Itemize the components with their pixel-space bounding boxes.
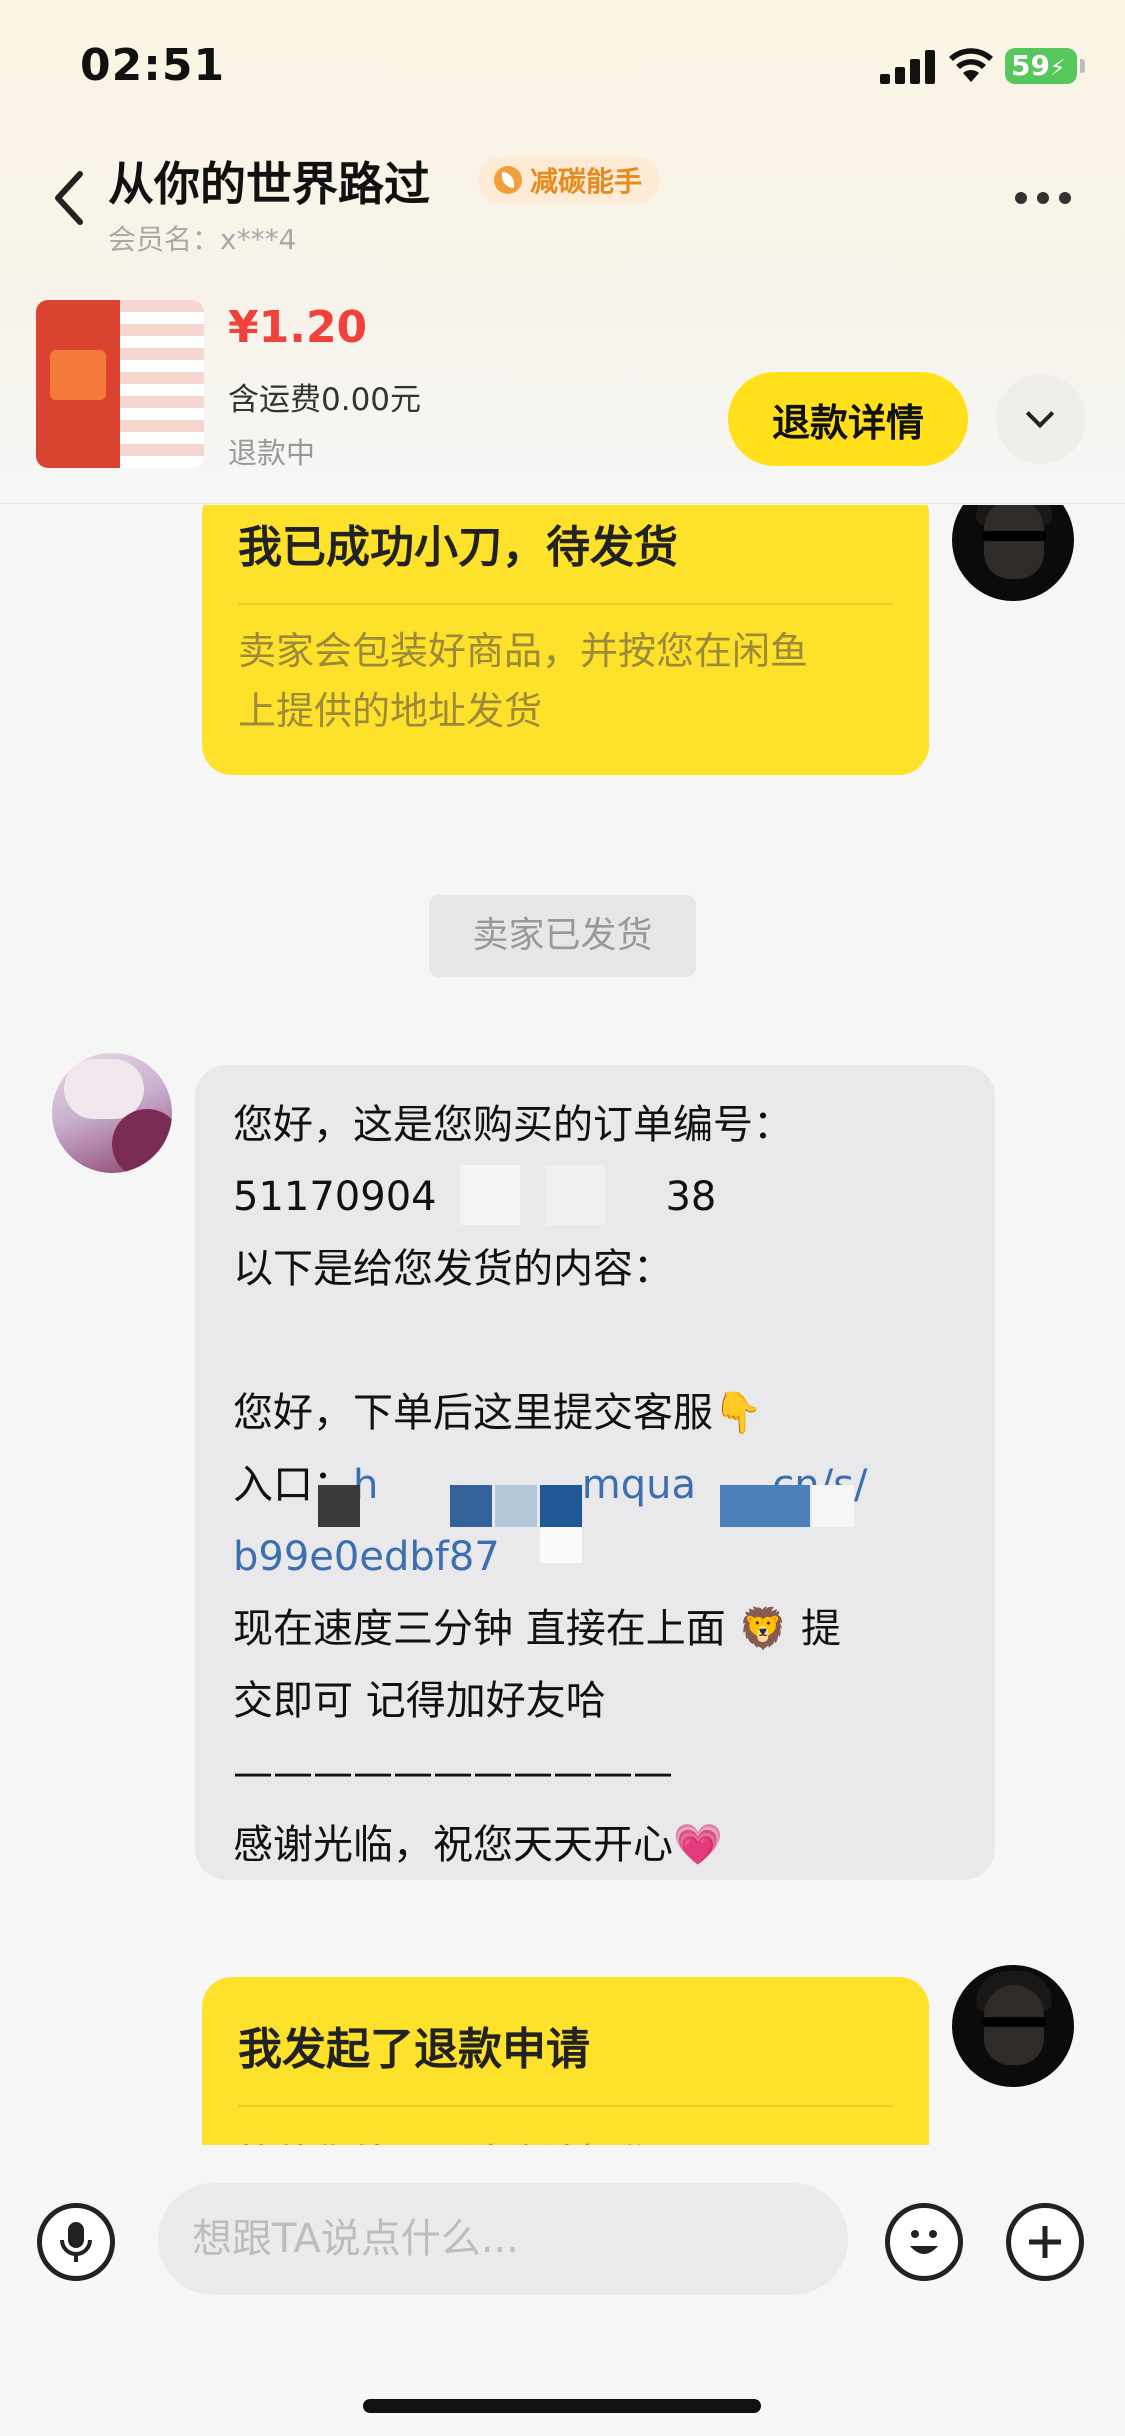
message-line: 您好，下单后这里提交客服👇 bbox=[233, 1390, 763, 1436]
back-arrow-icon[interactable] bbox=[50, 168, 90, 228]
customer-service-link-tail[interactable]: b99e0edbf87 bbox=[233, 1521, 957, 1593]
carbon-badge: 减碳能手 bbox=[478, 157, 661, 203]
message-line: ——————————— bbox=[233, 1750, 673, 1796]
status-bar: 02:51 59⚡ bbox=[0, 0, 1125, 130]
my-avatar[interactable] bbox=[952, 505, 1074, 601]
more-options-icon[interactable] bbox=[1015, 192, 1071, 204]
order-status: 退款中 bbox=[228, 436, 316, 470]
add-attachment-icon[interactable] bbox=[1006, 2203, 1084, 2281]
message-line: 以下是给您发货的内容： bbox=[233, 1246, 673, 1292]
header-divider bbox=[0, 503, 1125, 504]
chat-area[interactable]: 我已成功小刀，待发货 卖家会包装好商品，并按您在闲鱼 上提供的地址发货 卖家已发… bbox=[0, 505, 1125, 2145]
bargain-success-card[interactable]: 我已成功小刀，待发货 卖家会包装好商品，并按您在闲鱼 上提供的地址发货 bbox=[202, 505, 929, 775]
microphone-icon[interactable] bbox=[37, 2203, 115, 2281]
chat-partner-name: 从你的世界路过 bbox=[108, 157, 430, 211]
wifi-icon bbox=[949, 48, 993, 82]
seller-avatar[interactable] bbox=[52, 1053, 172, 1173]
message-input[interactable]: 想跟TA说点什么... bbox=[158, 2183, 848, 2295]
status-time: 02:51 bbox=[80, 40, 226, 91]
card-body-line: 卖家会包装好商品，并按您在闲鱼 bbox=[238, 629, 809, 673]
card-title: 我发起了退款申请 bbox=[238, 2024, 590, 2075]
message-line: 交即可 记得加好友哈 bbox=[233, 1678, 606, 1724]
message-line: 您好，这是您购买的订单编号： bbox=[233, 1102, 793, 1148]
refund-request-card[interactable]: 我发起了退款申请 等待你处理，请确认操作 bbox=[202, 1977, 929, 2145]
product-thumbnail[interactable] bbox=[36, 300, 204, 468]
shipping-fee: 含运费0.00元 bbox=[228, 382, 422, 418]
leaf-icon bbox=[494, 166, 522, 194]
card-body-line: 等待你处理，请确认操作 bbox=[238, 2133, 893, 2145]
battery-level: 59 bbox=[1011, 49, 1050, 82]
member-name: 会员名：x***4 bbox=[108, 223, 297, 256]
composer-bar: 想跟TA说点什么... bbox=[0, 2145, 1125, 2436]
message-line: 感谢光临，祝您天天开心💗 bbox=[233, 1822, 723, 1868]
message-line bbox=[233, 1305, 957, 1377]
emoji-icon[interactable] bbox=[885, 2203, 963, 2281]
chevron-down-icon[interactable] bbox=[996, 374, 1086, 464]
charging-bolt-icon: ⚡ bbox=[1049, 56, 1066, 81]
refund-details-button[interactable]: 退款详情 bbox=[728, 372, 968, 466]
cellular-signal-icon bbox=[880, 50, 935, 84]
card-body-line: 上提供的地址发货 bbox=[238, 689, 543, 733]
system-notice: 卖家已发货 bbox=[429, 895, 696, 977]
product-price: ¥1.20 bbox=[228, 302, 368, 353]
home-indicator[interactable] bbox=[363, 2399, 761, 2413]
battery-indicator: 59⚡ bbox=[1005, 48, 1085, 84]
card-title: 我已成功小刀，待发货 bbox=[238, 522, 678, 573]
carbon-badge-label: 减碳能手 bbox=[530, 165, 643, 198]
message-line: 现在速度三分钟 直接在上面 🦁 提 bbox=[233, 1606, 841, 1652]
my-avatar[interactable] bbox=[952, 1965, 1074, 2087]
